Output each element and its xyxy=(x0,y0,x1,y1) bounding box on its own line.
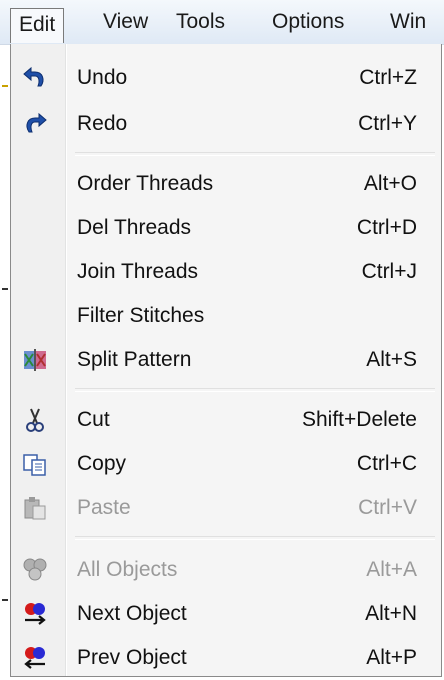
menu-item-shortcut: Alt+P xyxy=(366,646,417,669)
menu-item-label: Prev Object xyxy=(77,646,187,669)
edge-mark xyxy=(2,599,8,601)
edge-mark xyxy=(2,85,8,87)
menubar-edit-label: Edit xyxy=(19,13,56,36)
menu-item-copy[interactable]: Copy Ctrl+C xyxy=(11,442,441,486)
menu-item-paste[interactable]: Paste Ctrl+V xyxy=(11,486,441,530)
menu-item-label: Order Threads xyxy=(77,172,214,195)
menu-item-prev-object[interactable]: Prev Object Alt+P xyxy=(11,636,441,680)
menu-item-label: Paste xyxy=(77,496,131,519)
next-object-icon xyxy=(21,600,49,628)
menu-item-shortcut: Shift+Delete xyxy=(302,408,417,431)
menu-item-label: Cut xyxy=(77,408,110,431)
split-pattern-icon xyxy=(21,346,49,374)
scissors-icon xyxy=(21,406,49,434)
menu-item-shortcut: Alt+O xyxy=(363,172,417,195)
menubar-options[interactable]: Options xyxy=(272,0,344,44)
menubar-edit[interactable]: Edit xyxy=(10,8,65,43)
menubar-view[interactable]: View xyxy=(103,0,148,44)
menu-item-shortcut: Ctrl+Z xyxy=(359,66,417,89)
edge-mark xyxy=(2,288,8,290)
menu-separator xyxy=(75,152,435,156)
menu-item-shortcut: Ctrl+D xyxy=(356,216,417,239)
menu-item-shortcut: Alt+N xyxy=(365,602,417,625)
menu-separator xyxy=(75,388,435,392)
menu-separator xyxy=(75,536,435,540)
menu-item-label: Del Threads xyxy=(77,216,192,239)
background-window-edge xyxy=(0,39,10,677)
menu-item-filter-stitches[interactable]: Filter Stitches xyxy=(11,294,441,338)
menu-item-all-objects[interactable]: All Objects Alt+A xyxy=(11,548,441,592)
menu-item-shortcut: Ctrl+V xyxy=(358,496,417,519)
redo-icon xyxy=(21,110,49,138)
menubar-window[interactable]: Win xyxy=(390,0,426,44)
menu-item-order-threads[interactable]: Order Threads Alt+O xyxy=(11,162,441,206)
menu-item-label: Next Object xyxy=(77,602,187,625)
menu-item-label: Copy xyxy=(77,452,127,475)
menu-item-label: Undo xyxy=(77,66,128,89)
menu-item-shortcut: Ctrl+J xyxy=(361,260,417,283)
menu-item-join-threads[interactable]: Join Threads Ctrl+J xyxy=(11,250,441,294)
menu-item-shortcut: Alt+S xyxy=(366,348,417,371)
edit-menu: Undo Ctrl+Z Redo Ctrl+Y Order Threads Al… xyxy=(10,44,442,677)
all-objects-icon xyxy=(21,556,49,584)
menu-item-label: Join Threads xyxy=(77,260,199,283)
menu-bar: Edit View Tools Options Win xyxy=(0,0,444,45)
menu-item-label: All Objects xyxy=(77,558,178,581)
menu-item-next-object[interactable]: Next Object Alt+N xyxy=(11,592,441,636)
paste-icon xyxy=(21,494,49,522)
menu-item-label: Redo xyxy=(77,112,128,135)
menu-item-label: Filter Stitches xyxy=(77,304,205,327)
menu-item-shortcut: Alt+A xyxy=(366,558,417,581)
menu-item-split-pattern[interactable]: Split Pattern Alt+S xyxy=(11,338,441,382)
menu-item-redo[interactable]: Redo Ctrl+Y xyxy=(11,102,441,146)
menu-item-del-threads[interactable]: Del Threads Ctrl+D xyxy=(11,206,441,250)
prev-object-icon xyxy=(21,644,49,672)
menu-item-shortcut: Ctrl+Y xyxy=(358,112,417,135)
menu-item-label: Split Pattern xyxy=(77,348,192,371)
menu-item-shortcut: Ctrl+C xyxy=(356,452,417,475)
copy-icon xyxy=(21,450,49,478)
undo-icon xyxy=(21,64,49,92)
menubar-tools[interactable]: Tools xyxy=(176,0,225,44)
menu-item-cut[interactable]: Cut Shift+Delete xyxy=(11,398,441,442)
menu-item-undo[interactable]: Undo Ctrl+Z xyxy=(11,56,441,100)
